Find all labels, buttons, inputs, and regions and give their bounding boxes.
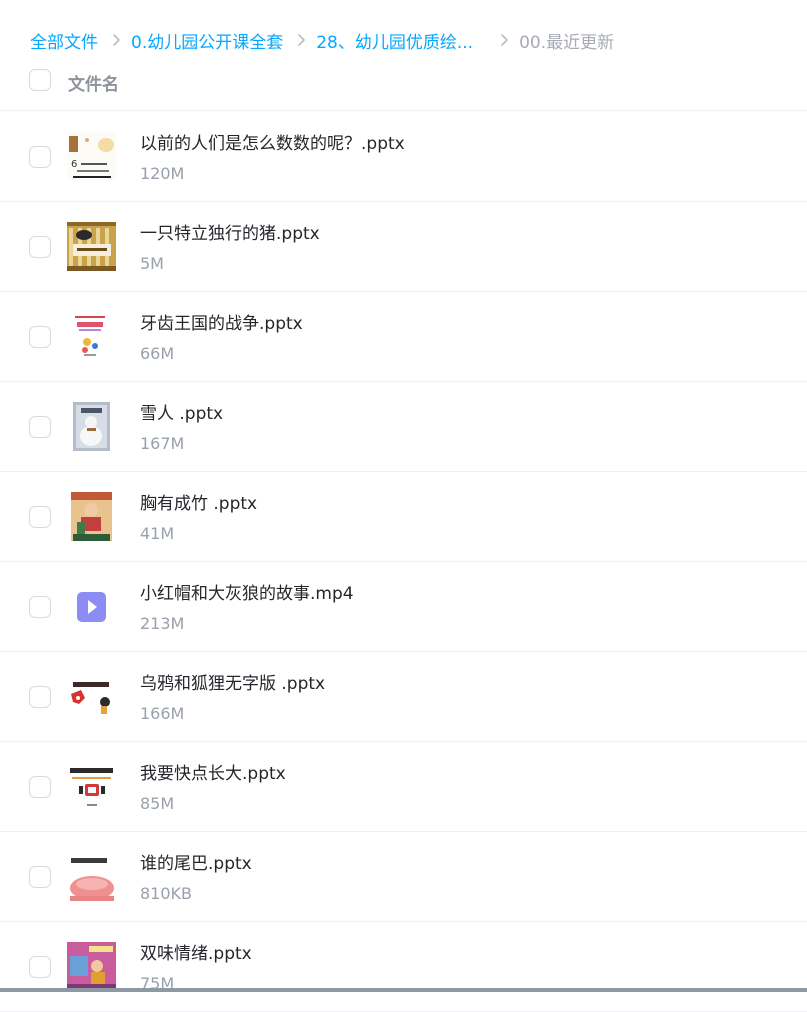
select-all-checkbox[interactable] [29, 69, 51, 91]
list-header: 文件名 [0, 66, 807, 111]
pptx-thumbnail[interactable] [67, 942, 116, 991]
row-checkbox[interactable] [29, 866, 51, 888]
pptx-thumbnail[interactable] [67, 222, 116, 271]
file-size: 167M [140, 434, 185, 453]
file-list: 6 以前的人们是怎么数数的呢？.pptx 120M 一只特立独行的猪.pptx … [0, 112, 807, 1012]
file-row[interactable]: 6 以前的人们是怎么数数的呢？.pptx 120M [0, 112, 807, 202]
file-size: 810KB [140, 884, 193, 903]
row-checkbox[interactable] [29, 506, 51, 528]
file-row[interactable]: 乌鸦和狐狸无字版 .pptx 166M [0, 652, 807, 742]
file-row[interactable]: 雪人 .pptx 167M [0, 382, 807, 472]
pptx-thumbnail[interactable] [67, 852, 116, 901]
row-checkbox[interactable] [29, 236, 51, 258]
file-size: 66M [140, 344, 175, 363]
file-name[interactable]: 以前的人们是怎么数数的呢？.pptx [140, 129, 405, 154]
file-size: 5M [140, 254, 164, 273]
file-row[interactable]: 牙齿王国的战争.pptx 66M [0, 292, 807, 382]
file-name[interactable]: 雪人 .pptx [140, 399, 223, 424]
file-name[interactable]: 乌鸦和狐狸无字版 .pptx [140, 669, 325, 694]
row-checkbox[interactable] [29, 146, 51, 168]
breadcrumb-all-files[interactable]: 全部文件 [30, 28, 98, 53]
chevron-right-icon [296, 33, 307, 47]
column-header-filename[interactable]: 文件名 [68, 70, 119, 95]
file-size: 213M [140, 614, 185, 633]
file-name[interactable]: 小红帽和大灰狼的故事.mp4 [140, 579, 354, 604]
file-name[interactable]: 我要快点长大.pptx [140, 759, 286, 784]
file-row[interactable]: 胸有成竹 .pptx 41M [0, 472, 807, 562]
svg-text:6: 6 [71, 159, 77, 170]
breadcrumb-picture-books[interactable]: 28、幼儿园优质绘... [316, 28, 473, 53]
file-row[interactable]: 小红帽和大灰狼的故事.mp4 213M [0, 562, 807, 652]
row-checkbox[interactable] [29, 686, 51, 708]
file-row[interactable]: 我要快点长大.pptx 85M [0, 742, 807, 832]
pptx-thumbnail[interactable] [67, 492, 116, 541]
row-checkbox[interactable] [29, 776, 51, 798]
chevron-right-icon [111, 33, 122, 47]
file-name[interactable]: 胸有成竹 .pptx [140, 489, 257, 514]
file-row[interactable]: 一只特立独行的猪.pptx 5M [0, 202, 807, 292]
file-size: 120M [140, 164, 185, 183]
file-row[interactable]: 双味情绪.pptx 75M [0, 922, 807, 1012]
file-size: 85M [140, 794, 175, 813]
pptx-thumbnail[interactable] [67, 762, 116, 811]
video-file-icon[interactable] [67, 582, 116, 631]
pptx-thumbnail[interactable] [67, 312, 116, 361]
pptx-thumbnail[interactable] [67, 402, 116, 451]
file-name[interactable]: 一只特立独行的猪.pptx [140, 219, 320, 244]
pptx-thumbnail[interactable]: 6 [67, 132, 116, 181]
file-row[interactable]: 谁的尾巴.pptx 810KB [0, 832, 807, 922]
row-checkbox[interactable] [29, 596, 51, 618]
breadcrumb-kindergarten-courses[interactable]: 0.幼儿园公开课全套 [131, 28, 283, 53]
row-checkbox[interactable] [29, 416, 51, 438]
window-bottom-edge [0, 988, 807, 992]
file-name[interactable]: 谁的尾巴.pptx [140, 849, 252, 874]
pptx-thumbnail[interactable] [67, 672, 116, 721]
file-name[interactable]: 牙齿王国的战争.pptx [140, 309, 303, 334]
chevron-right-icon [499, 33, 510, 47]
breadcrumb-current: 00.最近更新 [519, 32, 615, 53]
file-size: 166M [140, 704, 185, 723]
breadcrumb: 全部文件 0.幼儿园公开课全套 28、幼儿园优质绘... 00.最近更新 [30, 27, 614, 53]
file-size: 41M [140, 524, 175, 543]
row-checkbox[interactable] [29, 326, 51, 348]
file-name[interactable]: 双味情绪.pptx [140, 939, 252, 964]
row-checkbox[interactable] [29, 956, 51, 978]
